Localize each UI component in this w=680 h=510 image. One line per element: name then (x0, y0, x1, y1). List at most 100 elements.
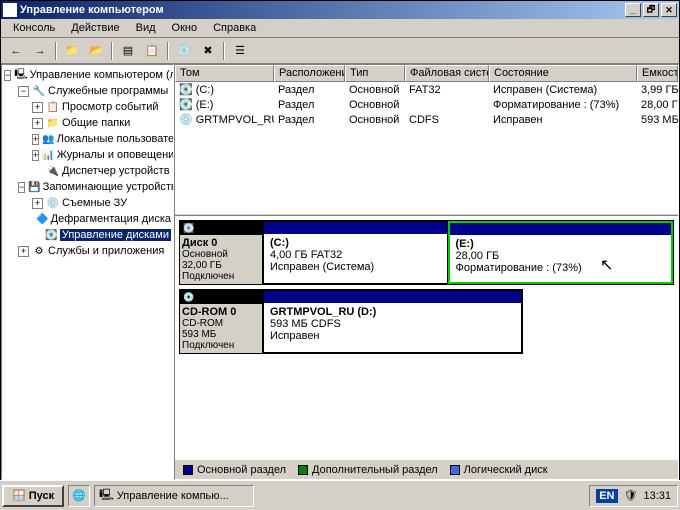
col-capacity[interactable]: Емкость (637, 65, 678, 82)
tree-diskmgmt[interactable]: 💽Управление дисками (4, 227, 171, 243)
list-icon[interactable]: ▤ (117, 40, 139, 62)
content-area: −🖳Управление компьютером (локал −🔧Служеб… (1, 64, 679, 480)
partition-title: (C:) (270, 237, 441, 249)
cdrom-icon: 💿 (183, 292, 194, 303)
collapse-icon[interactable]: − (18, 182, 25, 193)
tree-shared[interactable]: +📁Общие папки (4, 115, 171, 131)
removable-icon: 💿 (46, 196, 60, 210)
menu-window[interactable]: Окно (164, 20, 206, 36)
refresh-button[interactable]: ✖ (197, 40, 219, 62)
cell-layout: Раздел (274, 99, 345, 111)
list-header: Том Расположение Тип Файловая система Со… (175, 65, 678, 82)
disk-0-header[interactable]: 💽 Диск 0 Основной 32,00 ГБ Подключен (179, 220, 263, 285)
partition-status: Исправен (Система) (270, 261, 441, 273)
close-button[interactable]: ✕ (661, 3, 677, 17)
volume-row[interactable]: 💿 GRTMPVOL_RU (D:)РазделОсновнойCDFSИспр… (175, 112, 678, 127)
forward-button[interactable]: → (29, 40, 51, 62)
disk-type: Основной (182, 249, 260, 260)
expand-icon[interactable]: + (32, 102, 43, 113)
start-button[interactable]: 🪟Пуск (2, 485, 64, 507)
system-tray[interactable]: EN 🛡 13:31 (589, 485, 678, 507)
menu-console[interactable]: Консоль (5, 20, 63, 36)
tree-label: Журналы и оповещения п (57, 149, 174, 161)
quick-launch-ie[interactable]: 🌐 (68, 485, 90, 507)
tree-label: Службы и приложения (48, 245, 164, 257)
tree-events[interactable]: +📋Просмотр событий (4, 99, 171, 115)
volume-list[interactable]: Том Расположение Тип Файловая система Со… (175, 65, 678, 213)
separator (111, 42, 113, 60)
tree-services[interactable]: +⚙Службы и приложения (4, 243, 171, 259)
expand-icon[interactable]: + (32, 118, 43, 129)
cell-status: Исправен (Система) (489, 84, 637, 96)
tree-devmgr[interactable]: 🔌Диспетчер устройств (4, 163, 171, 179)
expand-icon[interactable]: + (32, 134, 39, 145)
cell-status: Исправен (489, 114, 637, 126)
settings-button[interactable]: ☰ (229, 40, 251, 62)
collapse-icon[interactable]: − (18, 86, 29, 97)
tree-defrag[interactable]: 🔷Дефрагментация диска (4, 211, 171, 227)
tree-label: Общие папки (62, 117, 130, 129)
tree-logs[interactable]: +📊Журналы и оповещения п (4, 147, 171, 163)
cell-capacity: 28,00 ГБ (637, 99, 678, 111)
col-status[interactable]: Состояние (489, 65, 637, 82)
cell-capacity: 593 МБ (637, 114, 678, 126)
separator (55, 42, 57, 60)
restore-button[interactable]: 🗗 (643, 3, 659, 17)
volume-row[interactable]: 💽 (E:)РазделОсновнойФорматирование : (73… (175, 97, 678, 112)
app-icon: 🖳 (99, 486, 114, 505)
menu-action[interactable]: Действие (63, 20, 127, 36)
tree-label: Служебные программы (48, 85, 168, 97)
legend-primary-swatch (183, 465, 193, 475)
tree-label: Запоминающие устройства (43, 181, 174, 193)
tray-shield-icon[interactable]: 🛡 (624, 489, 638, 502)
clock[interactable]: 13:31 (643, 490, 671, 502)
partition-size: 593 МБ CDFS (270, 318, 515, 330)
legend-extended: Дополнительный раздел (312, 464, 438, 476)
col-layout[interactable]: Расположение (274, 65, 345, 82)
expand-icon[interactable]: + (18, 246, 29, 257)
tree-removable[interactable]: +💿Съемные ЗУ (4, 195, 171, 211)
menu-view[interactable]: Вид (128, 20, 164, 36)
volume-row[interactable]: 💽 (C:)РазделОсновнойFAT32Исправен (Систе… (175, 82, 678, 97)
partition-bar (264, 222, 447, 234)
titlebar[interactable]: 🖳 Управление компьютером _ 🗗 ✕ (1, 1, 679, 19)
app-window: 🖳 Управление компьютером _ 🗗 ✕ Консоль Д… (0, 0, 680, 480)
cell-volume: 💿 GRTMPVOL_RU (D:) (175, 113, 274, 126)
collapse-icon[interactable]: − (4, 70, 11, 81)
defrag-icon: 🔷 (36, 212, 48, 226)
right-panel: Том Расположение Тип Файловая система Со… (174, 64, 679, 480)
disk-icon: 💽 (183, 223, 194, 234)
expand-icon[interactable]: + (32, 198, 43, 209)
tree-panel[interactable]: −🖳Управление компьютером (локал −🔧Служеб… (1, 64, 174, 480)
cell-fs: FAT32 (405, 84, 489, 96)
partition-e[interactable]: (E:) 28,00 ГБ Форматирование : (73%) (448, 221, 674, 284)
expand-icon[interactable]: + (32, 150, 39, 161)
up-button[interactable]: 📁 (61, 40, 83, 62)
legend-logical: Логический диск (464, 464, 548, 476)
col-filesystem[interactable]: Файловая система (405, 65, 489, 82)
tree-tools[interactable]: −🔧Служебные программы (4, 83, 171, 99)
language-indicator[interactable]: EN (596, 489, 617, 503)
tree-root[interactable]: −🖳Управление компьютером (локал (4, 67, 171, 83)
minimize-button[interactable]: _ (625, 3, 641, 17)
services-icon: ⚙ (32, 244, 46, 258)
window-title: Управление компьютером (20, 4, 625, 16)
disk-title: CD-ROM 0 (182, 306, 260, 318)
menu-help[interactable]: Справка (205, 20, 264, 36)
folder-button[interactable]: 📂 (85, 40, 107, 62)
cdrom-header[interactable]: 💿 CD-ROM 0 CD-ROM 593 МБ Подключен (179, 289, 263, 354)
start-label: Пуск (29, 490, 54, 502)
partition-c[interactable]: (C:) 4,00 ГБ FAT32 Исправен (Система) (263, 221, 448, 284)
help-button[interactable]: 💿 (173, 40, 195, 62)
task-label: Управление компью... (117, 490, 229, 502)
back-button[interactable]: ← (5, 40, 27, 62)
col-volume[interactable]: Том (175, 65, 274, 82)
props-button[interactable]: 📋 (141, 40, 163, 62)
partition-d[interactable]: GRTMPVOL_RU (D:) 593 МБ CDFS Исправен (263, 290, 522, 353)
cell-type: Основной (345, 99, 405, 111)
col-type[interactable]: Тип (345, 65, 405, 82)
cdrom-row: 💿 CD-ROM 0 CD-ROM 593 МБ Подключен GRTMP… (179, 289, 674, 354)
taskbar-app-button[interactable]: 🖳Управление компью... (94, 485, 254, 507)
tree-users[interactable]: +👥Локальные пользователи (4, 131, 171, 147)
tree-storage[interactable]: −💾Запоминающие устройства (4, 179, 171, 195)
